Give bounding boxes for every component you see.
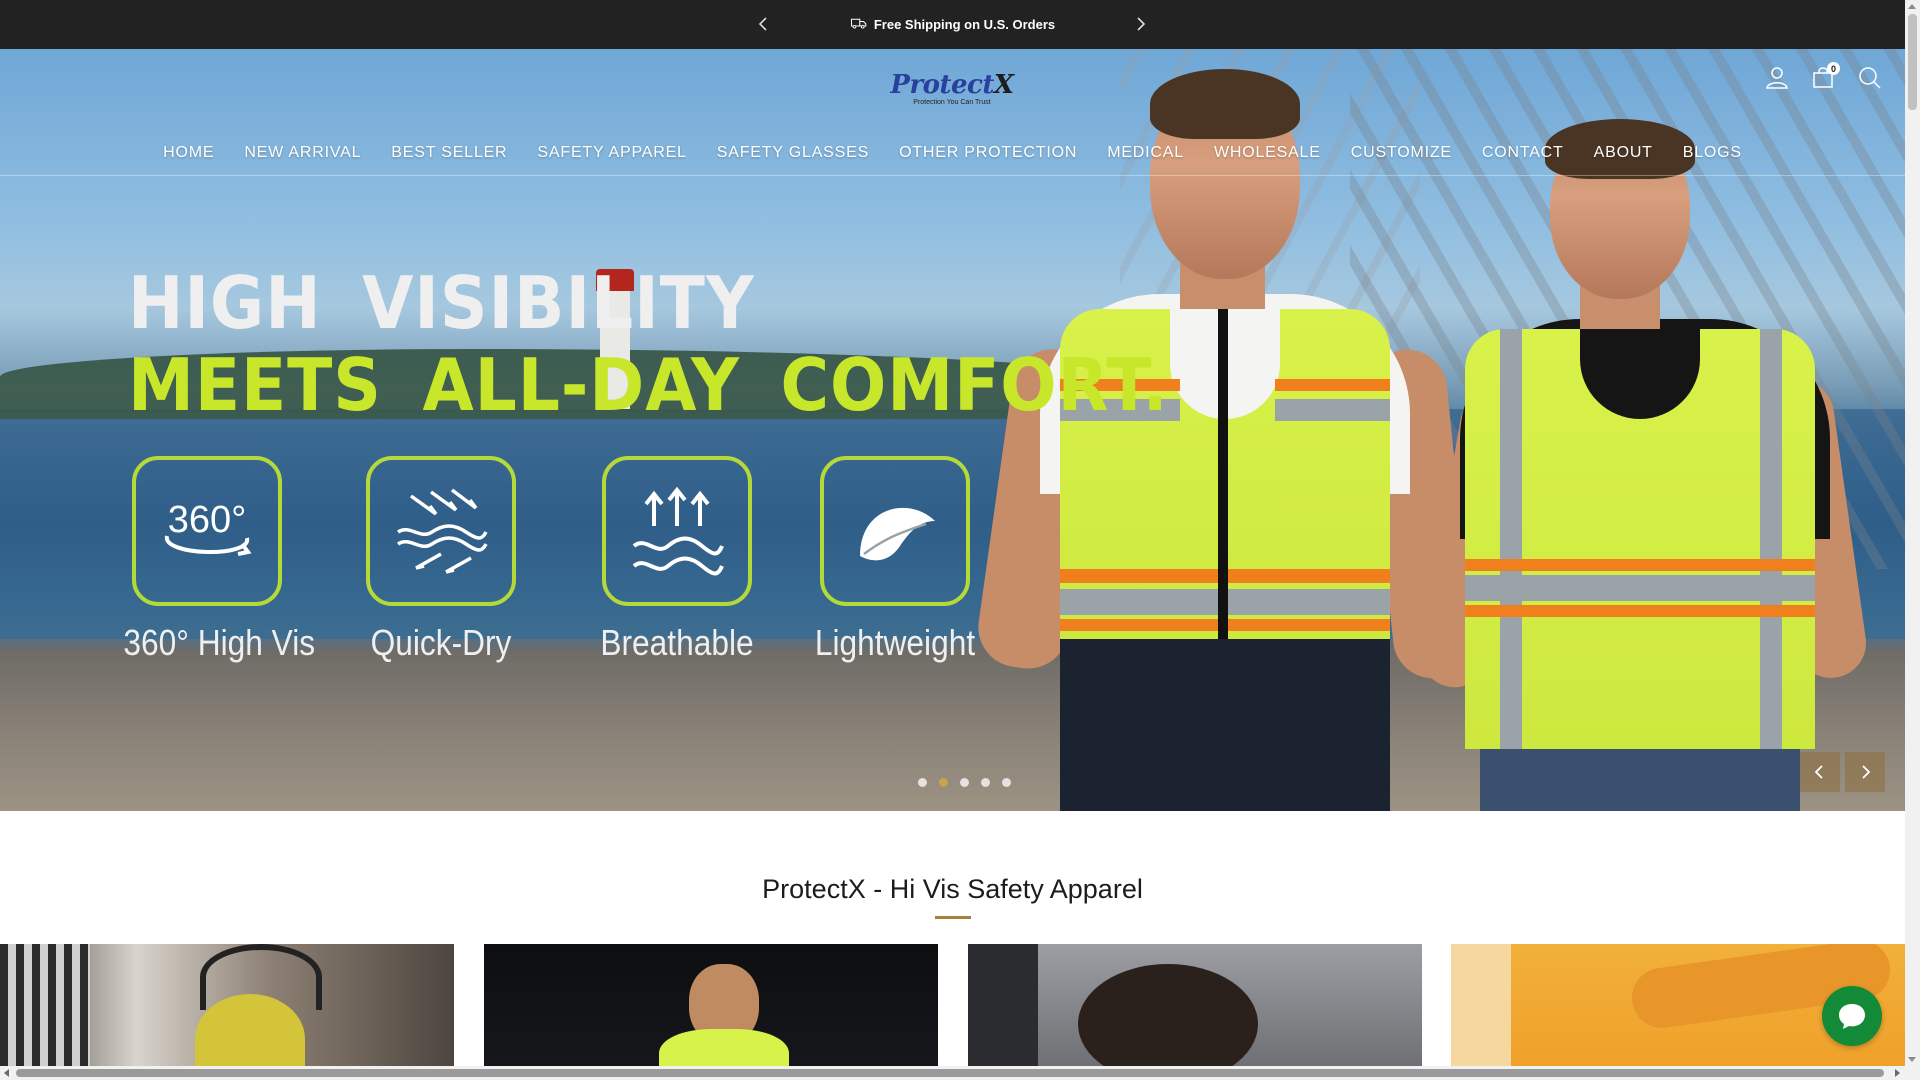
account-icon[interactable] <box>1764 64 1790 90</box>
nav-item-contact[interactable]: CONTACT <box>1467 144 1579 162</box>
product-video-card-2[interactable] <box>484 944 938 1066</box>
nav-item-best-seller[interactable]: BEST SELLER <box>376 144 522 162</box>
slider-dot-5[interactable] <box>1002 778 1011 787</box>
header-icons: 0 <box>1764 62 1882 90</box>
feature-quick-dry: Quick-Dry <box>346 456 536 664</box>
slider-next-button[interactable] <box>1845 752 1885 792</box>
announcement-next-icon[interactable] <box>1128 12 1152 36</box>
feature-label: 360° High Vis <box>123 622 316 663</box>
card-2-jacket <box>659 1029 789 1066</box>
leaf-icon <box>820 456 970 606</box>
nav-item-safety-glasses[interactable]: SAFETY GLASSES <box>702 144 884 162</box>
chat-bubble-icon <box>1839 1004 1865 1029</box>
slider-dot-1[interactable] <box>918 778 927 787</box>
hero-headline-line2: MEETS ALL-DAY COMFORT. <box>128 343 1169 427</box>
nav-item-medical[interactable]: MEDICAL <box>1092 144 1199 162</box>
horizontal-scroll-thumb[interactable] <box>16 1069 1884 1077</box>
quick-dry-icon <box>366 456 516 606</box>
card-3-seat <box>968 944 1038 1066</box>
feature-label: Breathable <box>600 622 754 663</box>
scroll-left-icon[interactable] <box>4 1069 9 1077</box>
product-video-card-1[interactable] <box>0 944 454 1066</box>
main-nav: HOME NEW ARRIVAL BEST SELLER SAFETY APPA… <box>0 130 1905 176</box>
breathable-icon <box>602 456 752 606</box>
site-logo[interactable]: ProtectX Protection You Can Trust <box>886 72 1018 112</box>
slider-prev-button[interactable] <box>1800 752 1840 792</box>
card-1-curtain <box>0 944 90 1066</box>
card-3-hair <box>1078 964 1258 1066</box>
nav-item-home[interactable]: HOME <box>148 144 229 162</box>
nav-item-other-protection[interactable]: OTHER PROTECTION <box>884 144 1092 162</box>
logo-brand-main: Protect <box>890 70 994 100</box>
horizontal-scrollbar[interactable] <box>0 1066 1920 1080</box>
slider-dot-3[interactable] <box>960 778 969 787</box>
slider-dot-4[interactable] <box>981 778 990 787</box>
feature-label: Lightweight <box>814 622 976 663</box>
truck-icon <box>850 14 868 35</box>
search-icon[interactable] <box>1856 64 1882 90</box>
nav-item-safety-apparel[interactable]: SAFETY APPAREL <box>522 144 701 162</box>
chat-button[interactable] <box>1822 986 1882 1046</box>
announcement-message[interactable]: Free Shipping on U.S. Orders <box>850 14 1055 35</box>
vertical-scrollbar[interactable] <box>1905 0 1920 1066</box>
product-video-card-3[interactable] <box>968 944 1422 1066</box>
slider-dots <box>918 778 1011 787</box>
feature-breathable: Breathable <box>582 456 772 664</box>
scroll-up-icon[interactable] <box>1908 4 1916 9</box>
section-title: ProtectX - Hi Vis Safety Apparel <box>762 874 1143 904</box>
nav-item-wholesale[interactable]: WHOLESALE <box>1199 144 1336 162</box>
slider-dot-2[interactable] <box>939 778 948 787</box>
chevron-right-icon <box>1862 765 1871 779</box>
logo-tagline: Protection You Can Trust <box>913 99 991 106</box>
section-title-rule <box>935 916 971 919</box>
nav-item-new-arrival[interactable]: NEW ARRIVAL <box>229 144 376 162</box>
hero-model-right <box>1414 119 1871 811</box>
logo-brand-x: X <box>993 70 1014 100</box>
hero-headline-line1: HIGH VISIBILITY <box>128 261 755 345</box>
announcement-bar: Free Shipping on U.S. Orders <box>0 0 1905 49</box>
rotate-360-icon: 360° <box>132 456 282 606</box>
announcement-text: Free Shipping on U.S. Orders <box>873 17 1056 32</box>
logo-brand: ProtectX <box>886 72 1018 98</box>
rotate-360-icon-text: 360° <box>168 499 247 541</box>
feature-360-high-vis: 360° 360° High Vis <box>112 456 316 664</box>
chevron-left-icon <box>1814 765 1823 779</box>
scroll-right-icon[interactable] <box>1895 1069 1900 1077</box>
cart-count-badge: 0 <box>1827 62 1840 75</box>
feature-lightweight: Lightweight <box>800 456 990 664</box>
nav-item-blogs[interactable]: BLOGS <box>1668 144 1757 162</box>
nav-item-about[interactable]: ABOUT <box>1579 144 1668 162</box>
feature-label: Quick-Dry <box>370 622 512 663</box>
cart-icon[interactable]: 0 <box>1810 62 1840 90</box>
card-4-shade <box>1451 944 1511 1066</box>
nav-item-customize[interactable]: CUSTOMIZE <box>1336 144 1467 162</box>
hero-headline: HIGH VISIBILITY MEETS ALL-DAY COMFORT. <box>128 262 1169 426</box>
vertical-scroll-thumb[interactable] <box>1908 14 1917 110</box>
scroll-down-icon[interactable] <box>1908 1057 1916 1062</box>
announcement-prev-icon[interactable] <box>752 12 776 36</box>
